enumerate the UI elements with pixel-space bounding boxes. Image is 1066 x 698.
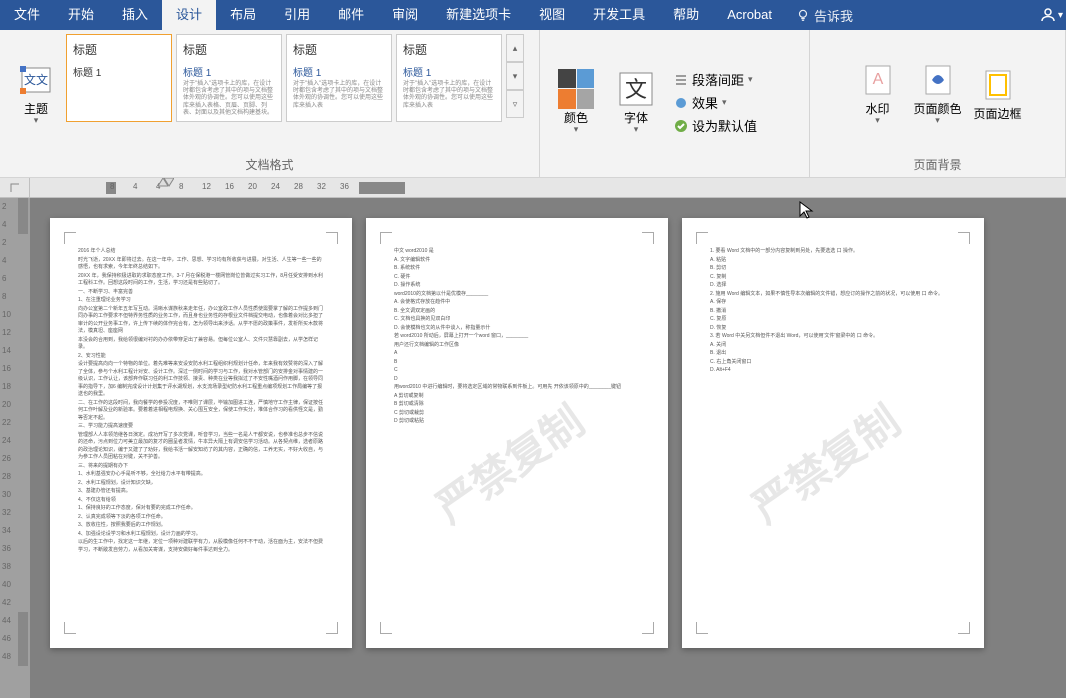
tab-review[interactable]: 审阅 [378,0,432,30]
svg-text:A: A [872,71,883,88]
lightbulb-icon [796,8,810,22]
tab-acrobat[interactable]: Acrobat [713,0,786,30]
page-1[interactable]: 2016 年个人总结时光飞逝，20XX 年即将过去。在这一年中，工作、思想、学习… [50,218,352,648]
theme-thumb-3[interactable]: 标题 标题 1 对于"插入"选项卡上的库，在设计时都包含考虑了其中的项与文档整体… [286,34,392,122]
tab-devtools[interactable]: 开发工具 [579,0,659,30]
document-area: 2424681012141618202224262830323436384042… [0,178,1066,698]
group-label-docformat: 文档格式 [6,154,533,175]
theme-gallery: 标题 标题 1 标题 标题 1 对于"插入"选项卡上的库，在设计时都包含考虑了其… [66,34,524,154]
tab-help[interactable]: 帮助 [659,0,713,30]
chevron-down-icon: ▾ [634,124,639,135]
page-color-button[interactable]: 页面颜色 ▾ [908,34,968,154]
theme-thumb-1[interactable]: 标题 标题 1 [66,34,172,122]
gallery-more[interactable]: ▿ [506,90,524,118]
chevron-down-icon: ▾ [875,115,880,126]
tab-design[interactable]: 设计 [162,0,216,30]
effects-icon [674,96,688,110]
watermark-icon: A [860,62,896,98]
set-default-button[interactable]: 设为默认值 [674,116,757,135]
watermark-button[interactable]: A 水印 ▾ [848,34,908,154]
page-border-icon [980,67,1016,103]
horizontal-ruler[interactable]: 8448121620242832364246 [30,178,1066,198]
tab-layout[interactable]: 布局 [216,0,270,30]
user-account-icon[interactable]: ▾ [1036,0,1066,30]
chevron-down-icon: ▾ [574,124,579,135]
fonts-icon: 文 [618,71,654,107]
paragraph-spacing-icon [674,73,688,87]
tab-mail[interactable]: 邮件 [324,0,378,30]
chevron-down-icon: ▾ [34,115,39,126]
group-label-pagebg: 页面背景 [816,154,1059,175]
page-border-button[interactable]: 页面边框 [968,34,1028,154]
page-color-icon [920,62,956,98]
svg-text:文: 文 [625,77,647,102]
tab-file[interactable]: 文件 [0,0,54,30]
gallery-down[interactable]: ▾ [506,62,524,90]
themes-button[interactable]: 文文 主题 ▾ [6,34,66,154]
chevron-down-icon: ▾ [935,115,940,126]
tab-new[interactable]: 新建选项卡 [432,0,525,30]
themes-icon: 文文 [18,62,54,98]
svg-text:文文: 文文 [24,72,48,87]
colors-icon [558,71,594,107]
tell-me[interactable]: 告诉我 [796,6,853,25]
colors-button[interactable]: 颜色 ▾ [546,34,606,171]
tab-insert[interactable]: 插入 [108,0,162,30]
tab-references[interactable]: 引用 [270,0,324,30]
menubar: 文件 开始 插入 设计 布局 引用 邮件 审阅 新建选项卡 视图 开发工具 帮助… [0,0,1066,30]
tab-view[interactable]: 视图 [525,0,579,30]
gallery-up[interactable]: ▴ [506,34,524,62]
check-icon [674,119,688,133]
watermark: 严禁复制 [740,391,914,539]
page-2[interactable]: 严禁复制中文 word2010 是A. 文字编辑软件B. 系统软件C. 硬件D.… [366,218,668,648]
tab-home[interactable]: 开始 [54,0,108,30]
paragraph-spacing-button[interactable]: 段落间距▾ [674,70,757,89]
theme-thumb-4[interactable]: 标题 标题 1 对于"插入"选项卡上的库，在设计时都包含考虑了其中的项与文档整体… [396,34,502,122]
page-3[interactable]: 严禁复制1. 要看 Word 文档中的一部分内容复制到另处，先要选选 口 操作。… [682,218,984,648]
pages-container[interactable]: 2016 年个人总结时光飞逝，20XX 年即将过去。在这一年中，工作、思想、学习… [30,198,1066,698]
ruler-corner [0,178,30,198]
effects-button[interactable]: 效果▾ [674,93,757,112]
fonts-button[interactable]: 文 字体 ▾ [606,34,666,171]
ribbon: 文文 主题 ▾ 标题 标题 1 标题 标题 1 对于"插入"选项卡上的库，在设计… [0,30,1066,178]
theme-thumb-2[interactable]: 标题 标题 1 对于"插入"选项卡上的库，在设计时都包含考虑了其中的项与文档整体… [176,34,282,122]
